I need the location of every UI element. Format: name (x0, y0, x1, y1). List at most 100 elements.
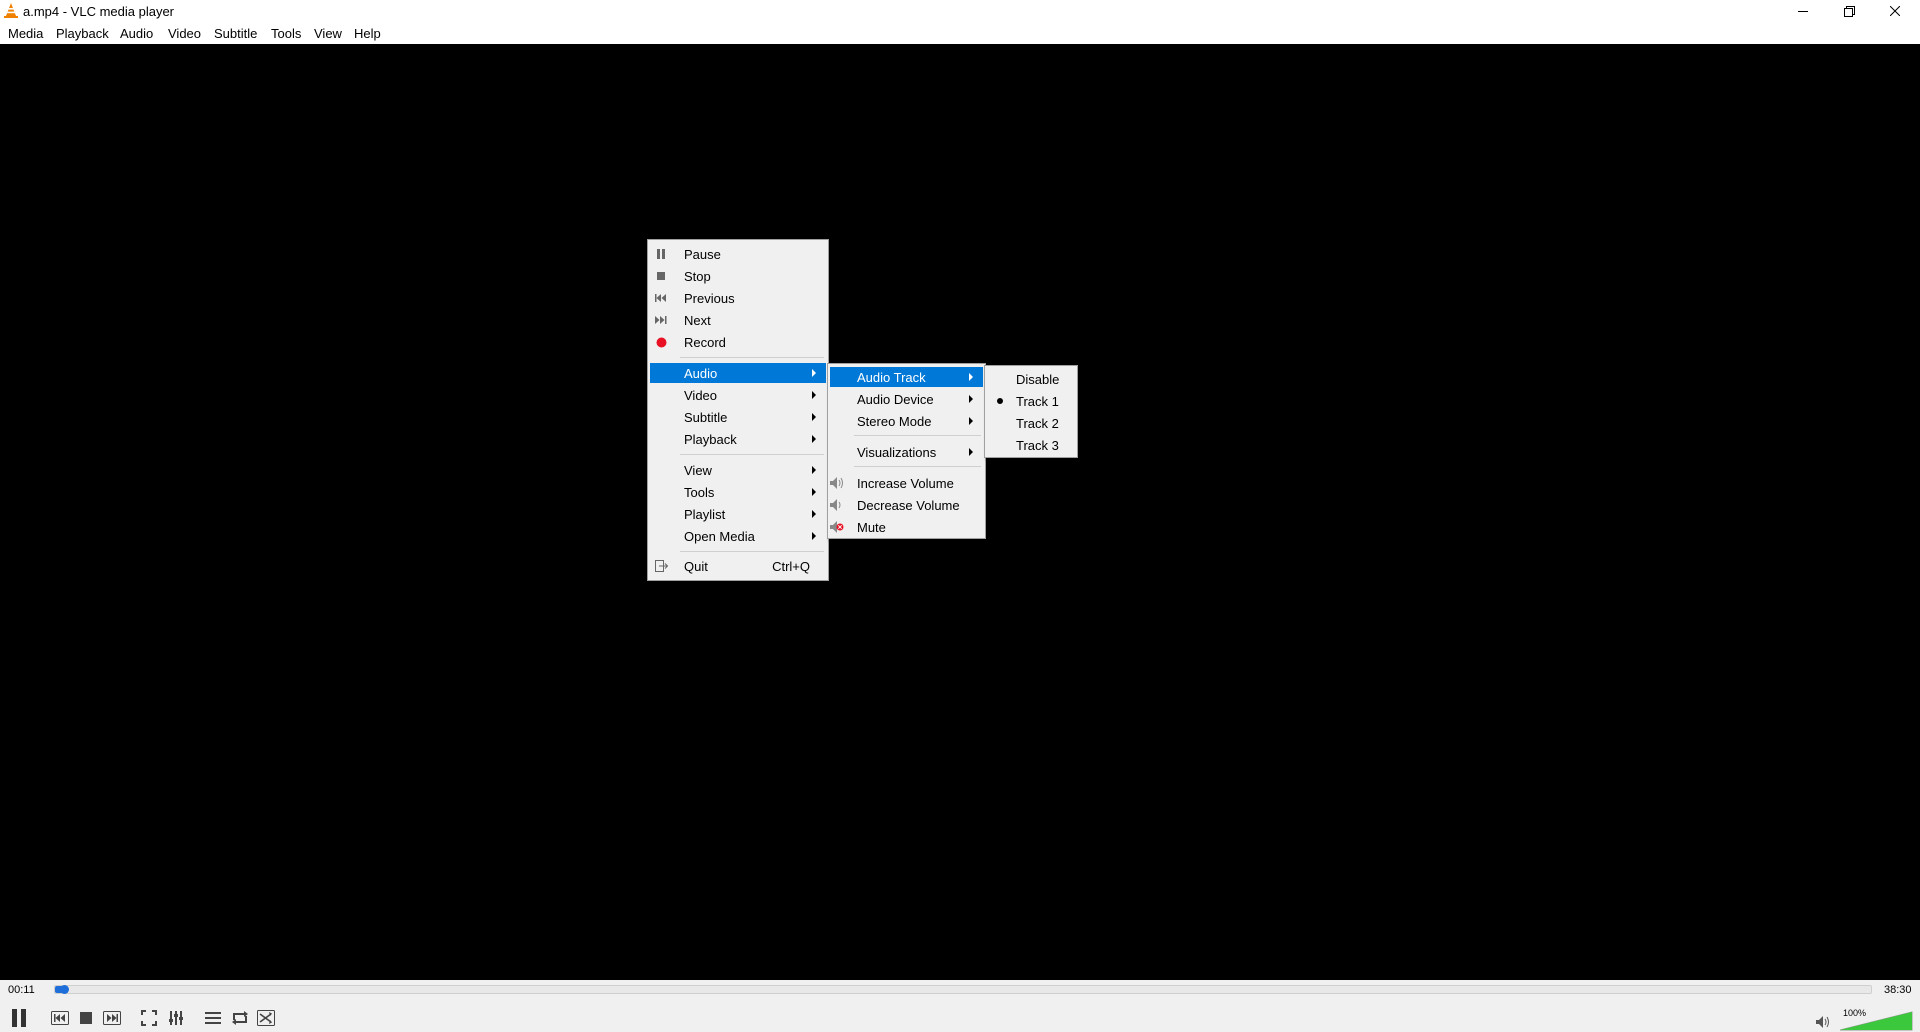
extended-settings-button[interactable] (164, 1006, 188, 1030)
next-button[interactable] (100, 1006, 124, 1030)
stop-icon (80, 1012, 92, 1024)
menu-item-playback[interactable]: Playback (650, 429, 826, 449)
menu-item-quit[interactable]: Quit Ctrl+Q (650, 556, 826, 576)
audio-submenu: Audio Track Audio Device Stereo Mode Vis… (827, 363, 986, 539)
menu-separator (680, 551, 824, 552)
menu-bar: Media Playback Audio Video Subtitle Tool… (0, 22, 1920, 44)
submenu-arrow-icon (812, 391, 816, 399)
submenu-arrow-icon (812, 466, 816, 474)
menu-item-track-2[interactable]: Track 2 (987, 413, 1075, 433)
menu-separator (680, 357, 824, 358)
menu-item-record[interactable]: Record (650, 332, 826, 352)
stop-button[interactable] (74, 1006, 98, 1030)
previous-icon (654, 291, 668, 305)
equalizer-icon (169, 1011, 183, 1025)
shuffle-icon (257, 1010, 275, 1026)
shortcut-label: Ctrl+Q (772, 559, 810, 574)
submenu-arrow-icon (812, 510, 816, 518)
menubar-media[interactable]: Media (8, 26, 43, 41)
menu-item-video[interactable]: Video (650, 385, 826, 405)
menu-item-subtitle[interactable]: Subtitle (650, 407, 826, 427)
seek-bar[interactable] (54, 985, 1872, 994)
seek-handle[interactable] (60, 985, 70, 994)
submenu-arrow-icon (812, 532, 816, 540)
menu-item-view[interactable]: View (650, 460, 826, 480)
menu-item-tools[interactable]: Tools (650, 482, 826, 502)
playlist-button[interactable] (201, 1006, 225, 1030)
playlist-icon (205, 1012, 221, 1024)
menu-item-audio-track[interactable]: Audio Track (830, 367, 983, 387)
minimize-button[interactable] (1780, 0, 1826, 22)
submenu-arrow-icon (969, 373, 973, 381)
volume-slider[interactable] (1840, 1011, 1913, 1031)
context-menu: Pause Stop Previous Next Record Audio Vi… (647, 239, 829, 581)
submenu-arrow-icon (812, 488, 816, 496)
menubar-subtitle[interactable]: Subtitle (214, 26, 257, 41)
volume-up-icon (830, 476, 844, 490)
menu-item-audio[interactable]: Audio (650, 363, 826, 383)
close-button[interactable] (1872, 0, 1918, 22)
record-icon (654, 335, 668, 349)
menu-item-label: Open Media (684, 529, 755, 544)
menu-item-label: Track 1 (1016, 394, 1059, 409)
previous-button[interactable] (48, 1006, 72, 1030)
menu-item-label: Audio Track (857, 370, 926, 385)
speaker-icon[interactable] (1816, 1016, 1832, 1028)
menu-separator (854, 435, 981, 436)
elapsed-time: 00:11 (8, 984, 35, 996)
menu-item-track-1[interactable]: Track 1 (987, 391, 1075, 411)
menubar-playback[interactable]: Playback (56, 26, 109, 41)
restore-button[interactable] (1826, 0, 1872, 22)
menu-item-label: Visualizations (857, 445, 937, 460)
submenu-arrow-icon (812, 369, 816, 377)
menu-item-label: Mute (857, 520, 886, 535)
loop-icon (232, 1011, 248, 1025)
menubar-video[interactable]: Video (168, 26, 201, 41)
restore-icon (1843, 5, 1855, 17)
minimize-icon (1798, 11, 1808, 12)
menu-item-label: Decrease Volume (857, 498, 960, 513)
total-time: 38:30 (1884, 984, 1912, 996)
menu-item-playlist[interactable]: Playlist (650, 504, 826, 524)
menu-separator (680, 454, 824, 455)
menu-item-label: Audio (684, 366, 718, 381)
menu-item-increase-volume[interactable]: Increase Volume (830, 473, 983, 493)
pause-icon (12, 1009, 26, 1027)
menubar-view[interactable]: View (314, 26, 342, 41)
fullscreen-button[interactable] (137, 1006, 161, 1030)
menu-item-disable[interactable]: Disable (987, 369, 1075, 389)
menu-item-next[interactable]: Next (650, 310, 826, 330)
previous-icon (51, 1011, 69, 1025)
stop-icon (654, 269, 668, 283)
menu-item-label: Previous (684, 291, 735, 306)
pause-icon (654, 247, 668, 261)
menu-item-decrease-volume[interactable]: Decrease Volume (830, 495, 983, 515)
menubar-help[interactable]: Help (354, 26, 381, 41)
menu-item-open-media[interactable]: Open Media (650, 526, 826, 546)
menu-item-label: Playback (684, 432, 737, 447)
vlc-cone-icon (4, 3, 18, 18)
menu-item-label: Pause (684, 247, 721, 262)
audio-track-submenu: Disable Track 1 Track 2 Track 3 (984, 365, 1078, 458)
loop-button[interactable] (228, 1006, 252, 1030)
submenu-arrow-icon (812, 413, 816, 421)
mute-icon (830, 520, 844, 534)
menu-item-mute[interactable]: Mute (830, 517, 983, 537)
next-icon (654, 313, 668, 327)
menu-item-pause[interactable]: Pause (650, 244, 826, 264)
menubar-tools[interactable]: Tools (271, 26, 301, 41)
menubar-audio[interactable]: Audio (120, 26, 153, 41)
menu-item-track-3[interactable]: Track 3 (987, 435, 1075, 455)
menu-item-stereo-mode[interactable]: Stereo Mode (830, 411, 983, 431)
menu-item-label: Next (684, 313, 711, 328)
submenu-arrow-icon (969, 417, 973, 425)
shuffle-button[interactable] (254, 1006, 278, 1030)
menu-item-previous[interactable]: Previous (650, 288, 826, 308)
menu-item-stop[interactable]: Stop (650, 266, 826, 286)
menu-item-label: View (684, 463, 712, 478)
menu-item-label: Stop (684, 269, 711, 284)
play-pause-button[interactable] (6, 1006, 32, 1030)
menu-item-visualizations[interactable]: Visualizations (830, 442, 983, 462)
menu-item-audio-device[interactable]: Audio Device (830, 389, 983, 409)
menu-item-label: Video (684, 388, 718, 403)
